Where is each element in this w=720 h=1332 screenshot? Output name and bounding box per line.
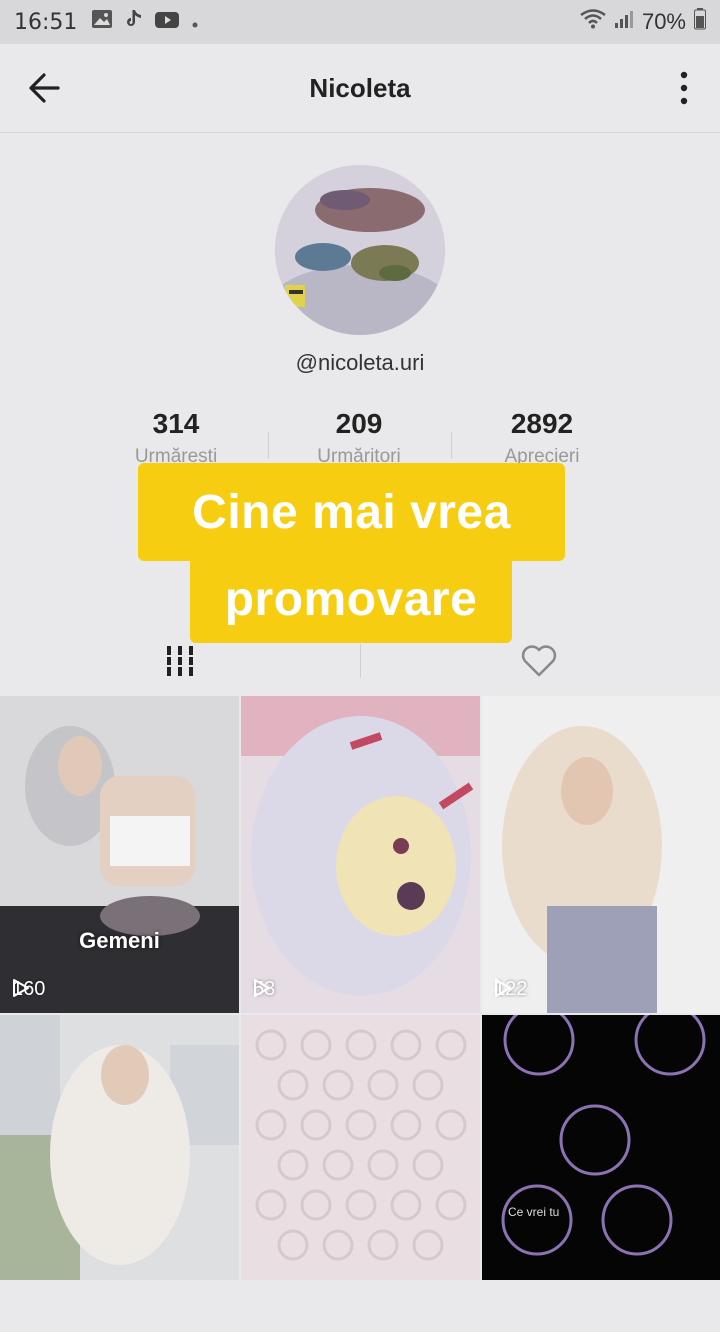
- vertical-dots-icon[interactable]: [678, 70, 690, 106]
- tiktok-icon: [125, 9, 143, 35]
- top-nav-bar: Nicoleta: [0, 44, 720, 133]
- video-grid: Gemeni 160 53 122 Ce vrei tu: [0, 696, 720, 1280]
- view-count: 53: [253, 978, 275, 1001]
- signal-icon: [614, 9, 634, 35]
- play-icon: [13, 979, 29, 997]
- video-thumbnail[interactable]: Ce vrei tu: [482, 1015, 720, 1332]
- youtube-icon: [155, 9, 180, 35]
- profile-handle: @nicoleta.uri: [295, 350, 425, 375]
- video-thumbnail[interactable]: [241, 1015, 480, 1332]
- caption-text-2: promovare: [224, 572, 478, 626]
- battery-percent: 70%: [641, 9, 686, 34]
- tab-divider: [360, 644, 361, 678]
- stat-following-value: 314: [152, 408, 200, 439]
- video-overlay-text: Ce vrei tu: [508, 1205, 560, 1219]
- play-icon: [495, 979, 511, 997]
- stat-following[interactable]: 314 Urmărești: [86, 408, 266, 468]
- video-thumbnail[interactable]: 122: [482, 696, 720, 1013]
- battery-icon: [694, 8, 706, 36]
- stat-followers[interactable]: 209 Urmăritori: [269, 408, 449, 468]
- video-thumbnail[interactable]: Gemeni 160: [0, 696, 239, 1013]
- wifi-icon: [580, 9, 606, 35]
- grid-icon[interactable]: [164, 644, 196, 678]
- caption-text-1: Cine mai vrea: [192, 485, 511, 539]
- stat-followers-value: 209: [335, 408, 383, 439]
- view-count: 160: [12, 978, 45, 1001]
- status-bar: 16:51 70%: [0, 0, 720, 44]
- stat-likes[interactable]: 2892 Aprecieri: [452, 408, 632, 468]
- gallery-icon: [91, 9, 113, 35]
- stat-likes-value: 2892: [510, 408, 574, 439]
- caption-line-2: promovare: [190, 555, 512, 643]
- heart-icon[interactable]: [521, 644, 557, 678]
- play-icon: [254, 979, 270, 997]
- status-time: 16:51: [14, 9, 78, 35]
- view-count: 122: [494, 978, 527, 1001]
- video-overlay-text: Gemeni: [79, 928, 160, 953]
- arrow-left-icon[interactable]: [26, 70, 62, 106]
- video-thumbnail[interactable]: [0, 1015, 239, 1332]
- caption-line-1: Cine mai vrea: [138, 463, 565, 561]
- video-thumbnail[interactable]: 53: [241, 696, 480, 1013]
- dot-icon: [191, 9, 199, 35]
- avatar[interactable]: [275, 165, 445, 335]
- page-title: Nicoleta: [309, 72, 411, 103]
